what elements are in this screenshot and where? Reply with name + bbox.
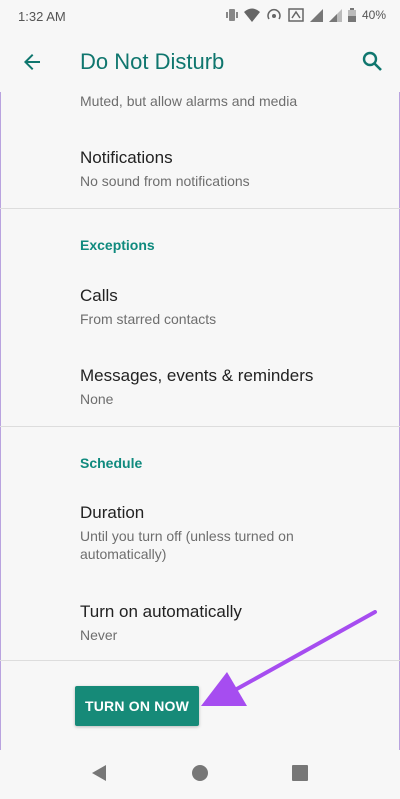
recents-square-icon[interactable] [291,764,309,782]
status-icons: 40% [225,8,386,22]
duration-row[interactable]: Duration Until you turn off (unless turn… [0,485,400,571]
hotspot-icon [267,9,281,20]
signal-2-icon [328,8,342,22]
calls-row[interactable]: Calls From starred contacts [0,268,400,334]
divider [0,426,400,427]
status-bar: 1:32 AM 40% [0,0,400,32]
data-icon [288,8,304,22]
messages-title: Messages, events & reminders [80,366,314,385]
calls-subtitle: From starred contacts [80,311,217,327]
duration-subtitle: Until you turn off (unless turned on aut… [80,528,294,562]
navigation-bar [0,750,400,799]
signal-icon [309,8,323,22]
battery-percent: 40% [361,8,386,22]
calls-title: Calls [80,286,118,305]
messages-row[interactable]: Messages, events & reminders None [0,348,400,414]
search-icon[interactable] [360,49,384,73]
page-title: Do Not Disturb [80,49,225,74]
notifications-title: Notifications [80,148,173,167]
home-circle-icon[interactable] [191,764,209,782]
app-bar: Do Not Disturb [0,32,400,92]
wifi-icon [243,8,260,22]
vibrate-icon [225,9,238,21]
arrow-back-icon[interactable] [20,50,44,74]
behaviour-row[interactable]: Muted, but allow alarms and media [0,92,400,114]
back-triangle-icon[interactable] [90,764,108,782]
notifications-row[interactable]: Notifications No sound from notification… [0,130,400,206]
divider [0,208,400,209]
status-time: 1:32 AM [18,9,66,24]
battery-icon [347,8,356,22]
turn-on-now-button[interactable]: TURN ON NOW [75,686,199,726]
duration-title: Duration [80,503,145,522]
messages-subtitle: None [80,391,114,407]
exceptions-header: Exceptions [80,237,155,253]
notifications-subtitle: No sound from notifications [80,173,250,189]
annotation-arrow-icon [201,610,377,706]
schedule-header: Schedule [80,455,143,471]
behaviour-subtitle: Muted, but allow alarms and media [80,93,298,109]
